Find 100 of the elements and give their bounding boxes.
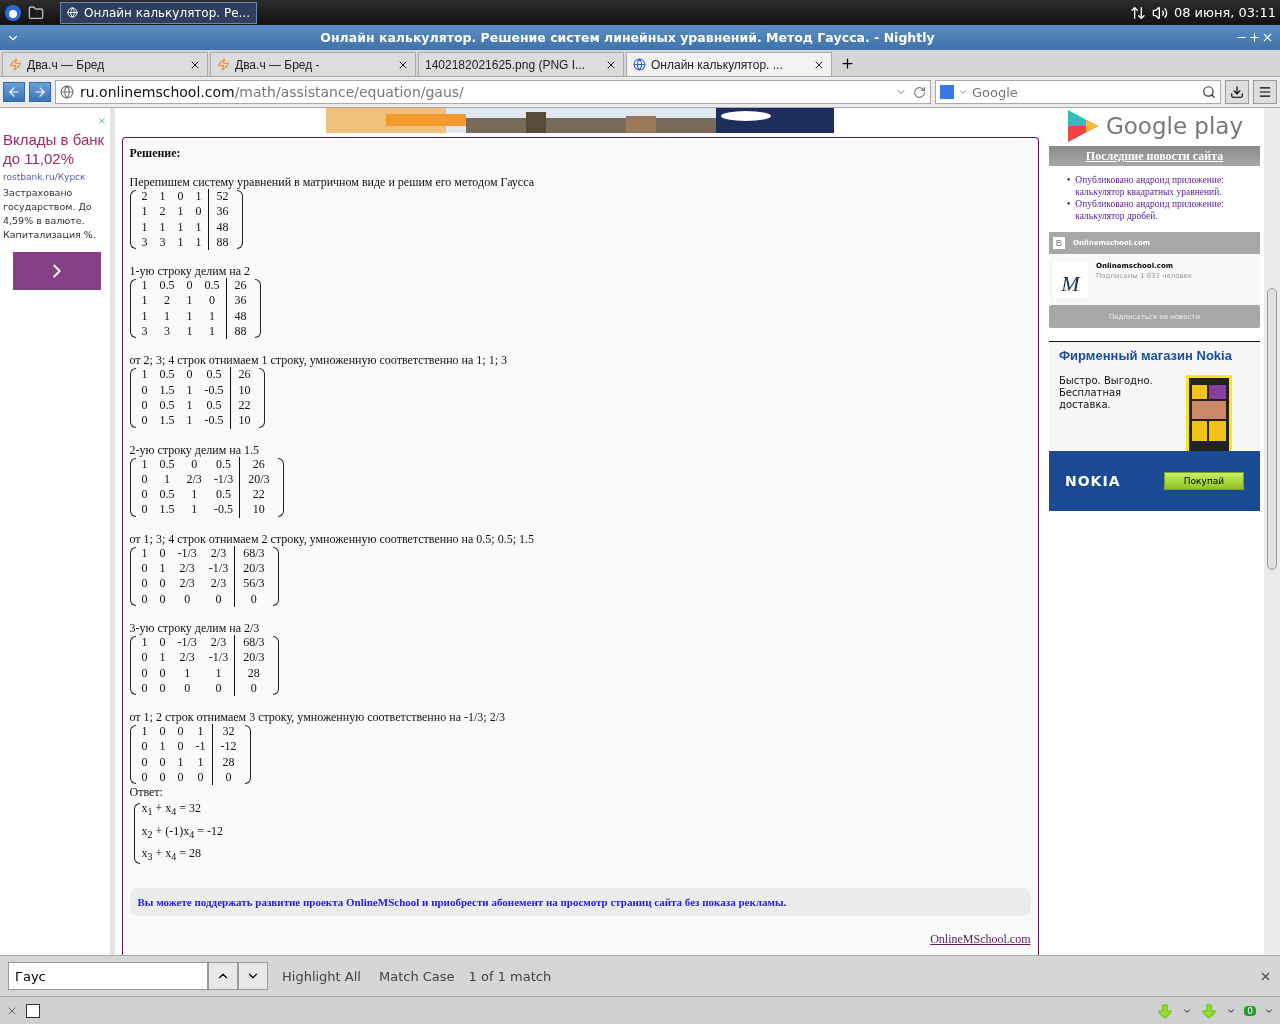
- matrix-cell-text: 1: [185, 397, 194, 414]
- maximize-icon[interactable]: [1248, 31, 1261, 44]
- equation: x$_{3}$ + x$_{4}$ = 28: [141, 845, 203, 865]
- matrix-cell-text: 2/3: [185, 471, 203, 488]
- matrix-cell-text: 1: [140, 204, 149, 220]
- matrix-cell-text: 0.5: [159, 456, 175, 472]
- browser-tab[interactable]: 1402182021625.png (PNG I...: [418, 52, 624, 76]
- find-field[interactable]: Гаус: [8, 962, 208, 990]
- browser-tab[interactable]: Два.ч — Бред -: [210, 52, 416, 76]
- menu-button[interactable]: [1253, 80, 1277, 104]
- matrix-cell-text: 1.5: [158, 502, 176, 518]
- buy-button[interactable]: Покупай: [1164, 472, 1244, 490]
- search-field[interactable]: Google: [935, 80, 1221, 104]
- matrix-cell-text: -1/3: [212, 471, 235, 488]
- ad-link[interactable]: rostbank.ru/Курск: [3, 172, 107, 182]
- matrix-cell: 0: [234, 680, 273, 697]
- next-button[interactable]: [238, 962, 268, 990]
- matrix-cell: 22: [229, 397, 259, 414]
- matrix-cell-text: 0: [140, 471, 149, 488]
- scrollbar-thumb[interactable]: [1267, 288, 1277, 570]
- search-icon[interactable]: [1202, 85, 1216, 99]
- matrix-cell-text: -1/3: [207, 561, 230, 577]
- back-button[interactable]: [3, 82, 25, 102]
- reload-icon[interactable]: [913, 85, 926, 99]
- play-icon: [1065, 110, 1100, 142]
- matrix-cell-text: 0.5: [158, 397, 176, 414]
- widget-logo: B: [1053, 237, 1065, 249]
- highlight-all-button[interactable]: Highlight All: [278, 968, 365, 984]
- matrix-cell-text: 0: [140, 650, 149, 666]
- footer-link[interactable]: OnlineMSchool.com: [930, 932, 1031, 947]
- matrix-cell-text: 0: [194, 204, 203, 220]
- download-button[interactable]: [1225, 80, 1249, 104]
- network-icon[interactable]: [1129, 4, 1146, 21]
- matrix-cell-text: 1: [176, 204, 185, 220]
- volume-icon[interactable]: [1151, 4, 1168, 21]
- new-tab-icon[interactable]: [840, 56, 855, 71]
- ad-headline[interactable]: Вклады в банк до 11,02%: [3, 130, 107, 168]
- matrix-cell: 20/3: [234, 650, 273, 666]
- matrix-cell-text: 1: [140, 724, 149, 740]
- address-bar[interactable]: ru.onlinemschool.com/math/assistance/equation/gaus/: [55, 80, 931, 104]
- matrix-cell: 56/3: [234, 576, 273, 592]
- match-case-button[interactable]: Match Case: [374, 968, 459, 984]
- matrix-cell-text: 0: [140, 754, 149, 770]
- matrix-cell-text: 0: [158, 724, 167, 740]
- matrix-cell-text: 2/3: [210, 634, 228, 651]
- forward-button[interactable]: [29, 82, 51, 102]
- addon-counter[interactable]: 0: [1244, 1005, 1256, 1016]
- store-badge[interactable]: Google play: [1049, 110, 1260, 142]
- matrix-cell-text: 0: [140, 487, 149, 503]
- equation: x$_{1}$ + x$_{4}$ = 32: [141, 800, 203, 820]
- matrix-cell: 10: [239, 502, 278, 518]
- step-description: от 1; 2 строк отнимаем 3 строку, умноженную соответственно на -1/3; 2/3: [129, 710, 506, 725]
- matrix-cell: 32: [211, 724, 245, 740]
- browser-tab[interactable]: Онлайн калькулятор. ...: [626, 52, 832, 76]
- matrix-cell-text: 0: [158, 591, 167, 607]
- matrix-cell: 36: [225, 293, 255, 309]
- matrix-cell-text: 0: [140, 413, 149, 429]
- url-text: ru.onlinemschool.com/math/assistance/equation/gaus/: [80, 84, 464, 100]
- matrix-cell-text: -0.5: [203, 382, 225, 398]
- matrix-cell-text: 1: [190, 502, 199, 518]
- matrix-cell: 88: [207, 234, 237, 251]
- folder-icon[interactable]: [28, 4, 44, 21]
- browser-tab[interactable]: Два.ч — Бред: [2, 52, 208, 76]
- matrix-cell-text: 1: [176, 754, 185, 770]
- matrix-cell-text: 3: [140, 234, 149, 251]
- matrix-cell-text: 1: [194, 189, 203, 205]
- matrix-cell-text: 0: [158, 576, 167, 592]
- matrix-cell-text: 2: [163, 293, 171, 309]
- matrix-cell-text: 1.5: [158, 382, 176, 398]
- matrix-cell-text: 3: [140, 324, 149, 340]
- news-link[interactable]: Опубликовано андроид приложение: калькулятор дробей.: [1075, 198, 1256, 222]
- matrix-cell-text: 0: [159, 634, 166, 651]
- matrix-cell-text: 0.5: [205, 367, 223, 383]
- news-link[interactable]: Опубликовано андроид приложение: калькулятор квадратных уравнений.: [1075, 174, 1256, 198]
- matrix-cell-text: 1: [140, 219, 149, 235]
- matrix-cell: 20/3: [234, 561, 273, 577]
- matrix-cell-text: 2/3: [178, 561, 196, 577]
- taskbar-window-button[interactable]: Онлайн калькулятор. Ре...: [60, 1, 257, 24]
- matrix-cell-text: 0: [185, 278, 194, 294]
- matrix-cell-text: 0: [140, 397, 149, 414]
- previous-button[interactable]: [208, 962, 238, 990]
- matrix-cell-text: -1/3: [177, 634, 197, 651]
- matrix-cell-text: 1.5: [158, 413, 176, 429]
- matrix-cell-text: 1: [176, 219, 185, 235]
- matrix-cell-text: 1: [185, 293, 194, 309]
- matrix-cell-text: 1: [185, 308, 194, 325]
- matrix-cell-text: 2/3: [178, 650, 196, 666]
- matrix-cell-text: 0: [176, 189, 185, 205]
- tab-title: Онлайн калькулятор. ...: [651, 57, 784, 72]
- matrix-cell-text: 1: [158, 219, 167, 235]
- menu-icon: [1258, 85, 1272, 99]
- addon-icon[interactable]: [26, 1003, 40, 1018]
- matrix-cell-text: 0: [140, 561, 149, 577]
- clock: 08 июня, 03:11: [1173, 5, 1276, 20]
- matrix-cell-text: 1: [196, 724, 205, 740]
- matrix-cell-text: 1: [185, 413, 194, 429]
- ad-title[interactable]: Фирменный магазин Nokia: [1049, 342, 1260, 367]
- dropdown-icon[interactable]: [958, 87, 968, 97]
- ad-text: Быстро. Выгодно. Бесплатная доставка.: [1059, 375, 1154, 412]
- start-menu-icon[interactable]: [4, 3, 22, 22]
